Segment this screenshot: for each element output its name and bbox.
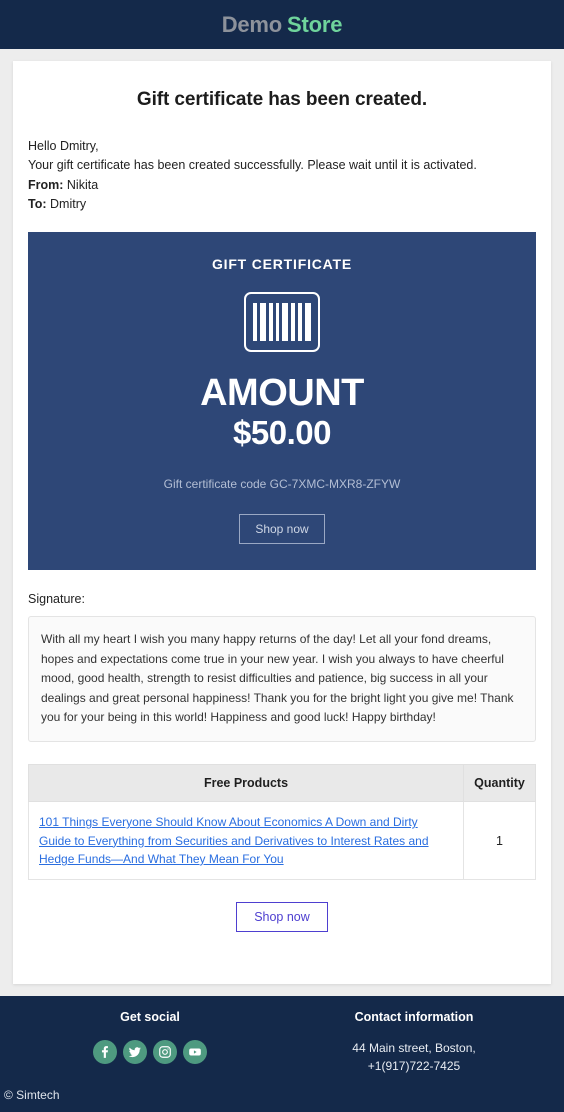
product-cell: 101 Things Everyone Should Know About Ec…	[28, 801, 464, 881]
barcode-bar	[305, 303, 311, 341]
footer-columns: Get social Contact information 44 Main s…	[0, 1010, 564, 1076]
shop-now-button-bottom[interactable]: Shop now	[236, 902, 328, 933]
product-link[interactable]: 101 Things Everyone Should Know About Ec…	[39, 815, 429, 865]
shop-now-button-certificate[interactable]: Shop now	[239, 514, 325, 545]
page-wrapper: Gift certificate has been created. Hello…	[0, 49, 564, 996]
site-footer: Get social Contact information 44 Main s…	[0, 996, 564, 1112]
barcode-bar	[291, 303, 295, 341]
from-line: From: Nikita	[28, 176, 536, 195]
gift-certificate-label: GIFT CERTIFICATE	[211, 256, 353, 272]
intro-block: Hello Dmitry, Your gift certificate has …	[28, 137, 536, 214]
table-header-row: Free Products Quantity	[28, 764, 536, 803]
twitter-icon[interactable]	[123, 1040, 147, 1065]
copyright-text: © Simtech	[4, 1087, 60, 1102]
from-value: Nikita	[66, 177, 99, 192]
contact-phone: +1(917)722-7425	[367, 1058, 461, 1073]
site-header: Demo Store	[0, 0, 564, 49]
social-heading: Get social	[120, 1010, 180, 1025]
barcode-bar	[253, 303, 257, 341]
email-card: Gift certificate has been created. Hello…	[13, 61, 551, 985]
signature-box: With all my heart I wish you many happy …	[28, 616, 536, 743]
to-value: Dmitry	[50, 196, 87, 211]
barcode-bar	[276, 303, 279, 341]
free-products-table: Free Products Quantity 101 Things Everyo…	[28, 764, 536, 881]
to-line: To: Dmitry	[28, 195, 536, 214]
quantity-cell: 1	[463, 801, 536, 881]
barcode-bar	[260, 303, 266, 341]
page-title: Gift certificate has been created.	[136, 89, 428, 110]
site-logo[interactable]: Demo Store	[222, 12, 343, 38]
social-links	[18, 1040, 282, 1065]
table-row: 101 Things Everyone Should Know About Ec…	[28, 801, 536, 881]
contact-heading: Contact information	[354, 1010, 474, 1025]
contact-address: 44 Main street, Boston,	[352, 1041, 476, 1056]
amount-value: $50.00	[233, 414, 331, 451]
bottom-action-area: Shop now	[28, 902, 536, 933]
amount-word: AMOUNT	[200, 372, 364, 414]
to-label: To:	[28, 196, 47, 211]
barcode-bar	[269, 303, 273, 341]
barcode-icon	[244, 292, 320, 352]
footer-contact-column: Contact information 44 Main street, Bost…	[282, 1010, 546, 1076]
greeting-line: Hello Dmitry,	[28, 139, 99, 153]
instagram-icon[interactable]	[153, 1040, 177, 1065]
gift-certificate-code: Gift certificate code GC-7XMC-MXR8-ZFYW	[163, 477, 401, 492]
gift-certificate-panel: GIFT CERTIFICATE AMOUNT $50.00 Gift cert…	[28, 232, 536, 571]
column-header-free-products: Free Products	[28, 764, 464, 803]
barcode-bar	[282, 303, 288, 341]
footer-social-column: Get social	[18, 1010, 282, 1065]
column-header-quantity: Quantity	[463, 764, 536, 803]
logo-text-primary: Demo	[221, 11, 283, 37]
logo-text-secondary: Store	[287, 11, 343, 37]
barcode-bar	[298, 303, 302, 341]
youtube-icon[interactable]	[183, 1040, 207, 1065]
signature-label: Signature:	[28, 592, 85, 607]
from-label: From:	[28, 177, 64, 192]
facebook-icon[interactable]	[93, 1040, 117, 1065]
message-line: Your gift certificate has been created s…	[28, 158, 477, 173]
signature-text: With all my heart I wish you many happy …	[41, 632, 514, 724]
